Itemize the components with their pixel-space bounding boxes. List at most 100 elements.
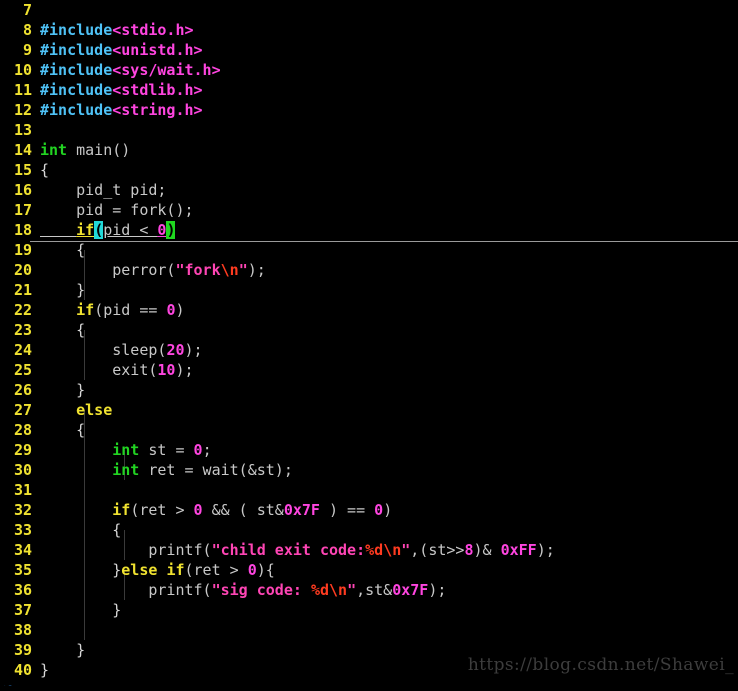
- line-number: 40: [13, 661, 32, 679]
- code-line[interactable]: 29 int st = 0;: [0, 440, 738, 460]
- token-escape: \n: [383, 541, 402, 559]
- line-content[interactable]: #include<stdio.h>: [40, 20, 194, 40]
- token-brace: {: [40, 521, 122, 539]
- line-number: 30: [13, 461, 32, 479]
- code-line[interactable]: 36 printf("sig code: %d\n",st&0x7F);: [0, 580, 738, 600]
- code-line[interactable]: 35 }else if(ret > 0){: [0, 560, 738, 580]
- line-content[interactable]: }else if(ret > 0){: [40, 560, 275, 580]
- line-content[interactable]: {: [40, 420, 85, 440]
- code-line[interactable]: 28 {: [0, 420, 738, 440]
- line-content[interactable]: if(ret > 0 && ( st&0x7F ) == 0): [40, 500, 392, 520]
- cursor-line-underline: [30, 241, 738, 242]
- token-plain: (ret >: [130, 501, 194, 519]
- token-plain: ): [383, 501, 393, 519]
- code-line[interactable]: 16 pid_t pid;: [0, 180, 738, 200]
- line-content[interactable]: pid = fork();: [40, 200, 193, 220]
- code-line[interactable]: 21 }: [0, 280, 738, 300]
- line-number: 19: [13, 241, 32, 259]
- token-plain: ) ==: [319, 501, 375, 519]
- token-plain: && ( st&: [202, 501, 284, 519]
- code-line[interactable]: 38: [0, 620, 738, 640]
- line-content[interactable]: sleep(20);: [40, 340, 202, 360]
- token-brace: }: [40, 281, 86, 299]
- token-plain: )&: [473, 541, 501, 559]
- code-line[interactable]: 17 pid = fork();: [0, 200, 738, 220]
- code-editor-viewport[interactable]: 7 8 #include<stdio.h> 9 #include<unistd.h> 10…: [0, 0, 738, 691]
- code-line[interactable]: 22 if(pid == 0): [0, 300, 738, 320]
- line-content[interactable]: #include<string.h>: [40, 100, 203, 120]
- empty-line-tilde: ~: [4, 685, 13, 691]
- watermark: https://blog.csdn.net/Shawei_: [467, 655, 734, 675]
- line-content[interactable]: }: [40, 640, 85, 660]
- code-line[interactable]: 14 int main(): [0, 140, 738, 160]
- code-line[interactable]: 11 #include<stdlib.h>: [0, 80, 738, 100]
- line-number: 31: [13, 481, 32, 499]
- code-line[interactable]: 18 if(pid < 0): [0, 220, 738, 240]
- line-content[interactable]: int st = 0;: [40, 440, 212, 460]
- line-content[interactable]: exit(10);: [40, 360, 194, 380]
- token-plain: ;: [202, 441, 212, 459]
- line-content[interactable]: #include<unistd.h>: [40, 40, 203, 60]
- code-line[interactable]: 34 printf("child exit code:%d\n",(st>>8)…: [0, 540, 738, 560]
- line-content[interactable]: printf("child exit code:%d\n",(st>>8)& 0…: [40, 540, 554, 560]
- status-line-sliver: ~: [0, 685, 738, 691]
- line-number: 22: [13, 301, 32, 319]
- code-line[interactable]: 37 }: [0, 600, 738, 620]
- line-content[interactable]: int main(): [40, 140, 130, 160]
- line-number: 17: [13, 201, 32, 219]
- line-content[interactable]: {: [40, 320, 85, 340]
- token-keyword: else: [76, 401, 113, 419]
- line-content[interactable]: int ret = wait(&st);: [40, 460, 293, 480]
- token-number: 0xFF: [500, 541, 537, 559]
- line-number: 27: [13, 401, 32, 419]
- token-number: 0: [374, 501, 384, 519]
- line-content[interactable]: if(pid < 0): [40, 220, 176, 240]
- token-plain: printf(: [40, 541, 212, 559]
- code-line[interactable]: 23 {: [0, 320, 738, 340]
- code-line[interactable]: 30 int ret = wait(&st);: [0, 460, 738, 480]
- code-line[interactable]: 7: [0, 0, 738, 20]
- token-escape: \n: [329, 581, 348, 599]
- code-line[interactable]: 27 else: [0, 400, 738, 420]
- line-content[interactable]: pid_t pid;: [40, 180, 166, 200]
- code-line[interactable]: 24 sleep(20);: [0, 340, 738, 360]
- line-content[interactable]: {: [40, 520, 121, 540]
- line-content[interactable]: perror("fork\n");: [40, 260, 266, 280]
- line-content[interactable]: {: [40, 160, 49, 180]
- code-line[interactable]: 13: [0, 120, 738, 140]
- line-content[interactable]: }: [40, 280, 85, 300]
- code-line[interactable]: 26 }: [0, 380, 738, 400]
- line-content[interactable]: else: [40, 400, 112, 420]
- code-line[interactable]: 10 #include<sys/wait.h>: [0, 60, 738, 80]
- code-line[interactable]: 12 #include<string.h>: [0, 100, 738, 120]
- code-line[interactable]: 19 {: [0, 240, 738, 260]
- line-content[interactable]: }: [40, 380, 85, 400]
- line-content[interactable]: {: [40, 240, 85, 260]
- token-string: "sig code:: [211, 581, 311, 599]
- token-plain: ret = wait(&st);: [139, 461, 293, 479]
- token-keyword: if: [166, 561, 185, 579]
- token-brace: {: [40, 421, 86, 439]
- token-header: <unistd.h>: [112, 41, 203, 59]
- code-line[interactable]: 15 {: [0, 160, 738, 180]
- line-content[interactable]: }: [40, 660, 49, 680]
- code-line[interactable]: 8 #include<stdio.h>: [0, 20, 738, 40]
- line-number: 35: [13, 561, 32, 579]
- line-content[interactable]: }: [40, 600, 121, 620]
- line-number: 9: [22, 41, 32, 59]
- line-content[interactable]: #include<stdlib.h>: [40, 80, 203, 100]
- code-line[interactable]: 32 if(ret > 0 && ( st&0x7F ) == 0): [0, 500, 738, 520]
- code-line[interactable]: 25 exit(10);: [0, 360, 738, 380]
- code-line[interactable]: 20 perror("fork\n");: [0, 260, 738, 280]
- token-plain: );: [175, 361, 194, 379]
- line-number: 16: [13, 181, 32, 199]
- line-content[interactable]: printf("sig code: %d\n",st&0x7F);: [40, 580, 446, 600]
- line-content[interactable]: if(pid == 0): [40, 300, 184, 320]
- code-line[interactable]: 33 {: [0, 520, 738, 540]
- code-line[interactable]: 31: [0, 480, 738, 500]
- code-line[interactable]: 9 #include<unistd.h>: [0, 40, 738, 60]
- line-number: 29: [13, 441, 32, 459]
- line-content[interactable]: #include<sys/wait.h>: [40, 60, 221, 80]
- token-type: int: [112, 461, 140, 479]
